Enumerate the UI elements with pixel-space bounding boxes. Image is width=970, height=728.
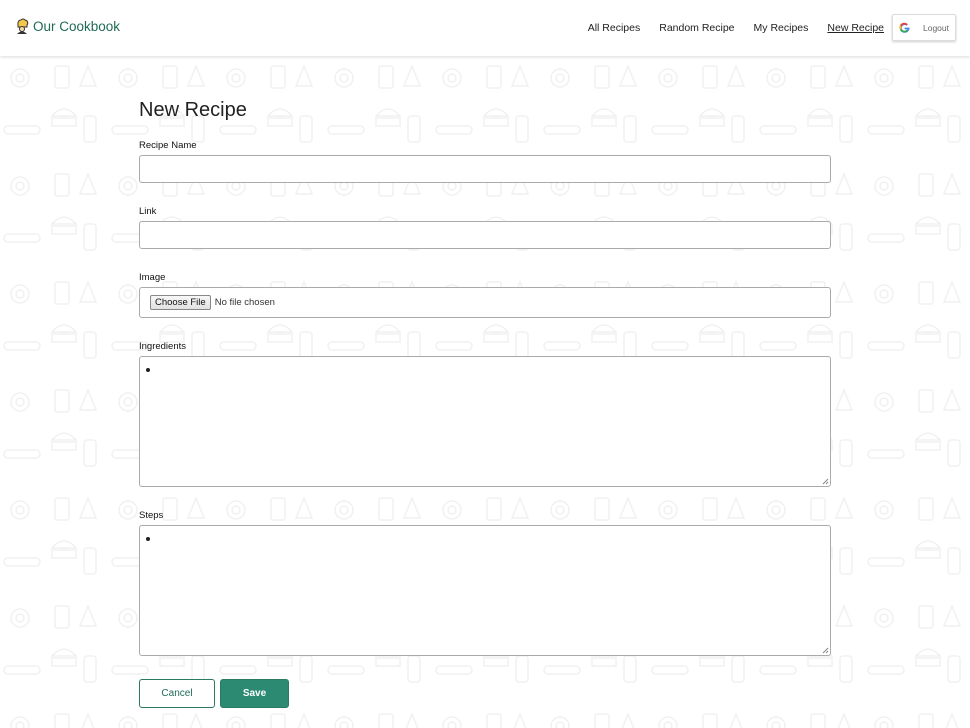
- recipe-name-label: Recipe Name: [139, 140, 197, 151]
- nav-my-recipes[interactable]: My Recipes: [754, 22, 809, 34]
- image-label: Image: [139, 272, 166, 283]
- brand-link[interactable]: Our Cookbook: [15, 18, 120, 34]
- chef-icon: [17, 18, 29, 34]
- form-actions: Cancel Save: [139, 679, 831, 708]
- ingredients-editor[interactable]: [139, 356, 831, 487]
- nav-all-recipes[interactable]: All Recipes: [588, 22, 641, 34]
- choose-file-button[interactable]: Choose File: [150, 295, 211, 310]
- image-file-input: Choose File No file chosen: [139, 287, 831, 318]
- steps-editor[interactable]: [139, 525, 831, 656]
- top-navbar: Our Cookbook All Recipes Random Recipe M…: [0, 0, 970, 56]
- logout-button[interactable]: Logout: [892, 14, 956, 41]
- nav-random-recipe[interactable]: Random Recipe: [659, 22, 734, 34]
- file-status-text: No file chosen: [214, 297, 275, 308]
- cancel-button[interactable]: Cancel: [139, 679, 215, 708]
- brand-name: Our Cookbook: [33, 18, 121, 34]
- logout-label: Logout: [923, 22, 949, 33]
- nav-links: All Recipes Random Recipe My Recipes New…: [588, 0, 884, 56]
- resize-handle-icon[interactable]: [822, 647, 829, 654]
- ingredients-label: Ingredients: [139, 341, 187, 352]
- link-label: Link: [139, 206, 157, 217]
- nav-new-recipe[interactable]: New Recipe: [827, 22, 884, 34]
- resize-handle-icon[interactable]: [822, 478, 829, 485]
- google-icon: [899, 22, 910, 33]
- steps-label: Steps: [139, 510, 164, 521]
- save-button[interactable]: Save: [220, 679, 289, 708]
- recipe-name-input[interactable]: [139, 155, 831, 183]
- link-input[interactable]: [139, 221, 831, 249]
- page-title: New Recipe: [139, 99, 247, 121]
- new-recipe-form: New Recipe Recipe Name Link Image Choose…: [139, 98, 831, 708]
